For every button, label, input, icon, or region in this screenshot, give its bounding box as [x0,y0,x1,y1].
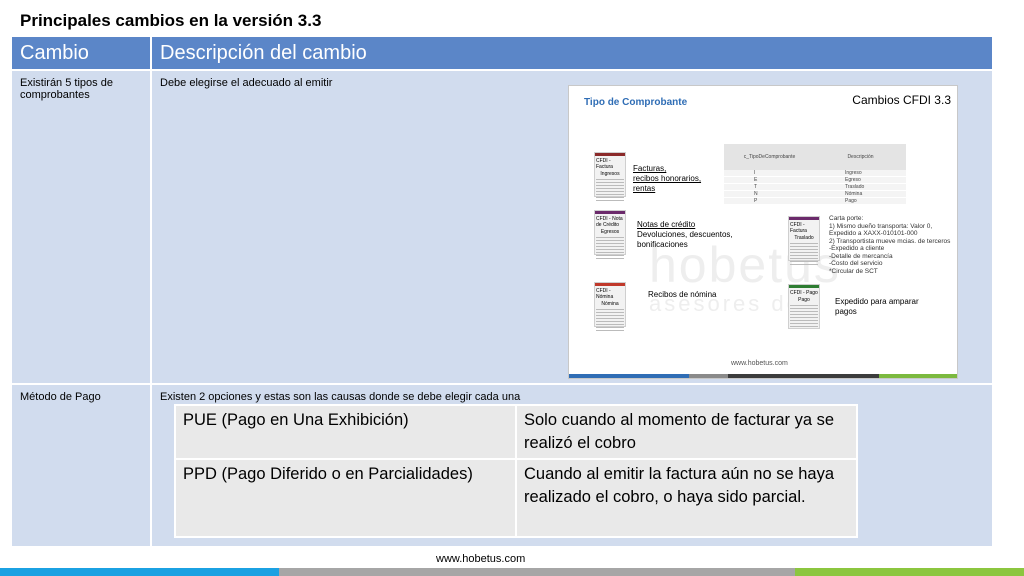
table-row: PUE (Pago en Una Exhibición) Solo cuando… [174,404,858,460]
embedded-site-url: www.hobetus.com [731,360,788,367]
catalog-header: c_TipoDeComprobante [743,154,796,160]
cell-cambio: Método de Pago [12,383,152,546]
document-icon: CFDI - Nota de Crédito Egresos [594,210,626,259]
cell-cambio: Existirán 5 tipos de comprobantes [12,69,152,384]
document-icon: CFDI - Pago Pago [788,284,820,329]
document-icon: CFDI - Factura Ingresos [594,152,626,201]
metodo-pago-table: PUE (Pago en Una Exhibición) Solo cuando… [174,404,858,538]
header-descripcion: Descripción del cambio [151,37,994,70]
document-icon: CFDI - Nómina Nómina [594,282,626,331]
catalog-row: N Nómina [724,191,906,198]
embedded-title: Cambios CFDI 3.3 [852,93,951,107]
embedded-color-bars [569,374,957,378]
note-nomina: Recibos de nómina [648,290,717,299]
footer-url: www.hobetus.com [436,553,526,565]
footer-color-bars [0,568,1024,576]
header-cambio: Cambio [12,37,152,70]
document-icon: CFDI - Factura Traslado [788,216,820,265]
note-pago: Expedido para amparar pagos [835,297,919,316]
table-row: PPD (Pago Diferido o en Parcialidades) C… [174,458,858,538]
comprobante-types-image: hobetus asesores de Tipo de Comprobante … [568,85,958,379]
catalog-row: P Pago [724,198,906,205]
pago-descripcion: Cuando al emitir la factura aún no se ha… [515,458,858,538]
pago-opcion: PUE (Pago en Una Exhibición) [174,404,517,460]
catalog-row: E Egreso [724,177,906,184]
catalog-table: c_TipoDeComprobante Descripción I Ingreso… [724,144,906,205]
catalog-row: I Ingreso [724,170,906,177]
note-ingresos: Facturas, recibos honorarios, rentas [633,164,702,193]
catalog-row: T Traslado [724,184,906,191]
note-egresos: Notas de crédito Devoluciones, descuento… [637,220,733,249]
pago-descripcion: Solo cuando al momento de facturar ya se… [515,404,858,460]
catalog-header: Descripción [847,154,874,160]
pago-opcion: PPD (Pago Diferido o en Parcialidades) [174,458,517,538]
note-traslado: Carta porte: 1) Mismo dueño transporta: … [829,215,951,275]
table-header-row: Cambio Descripción del cambio [12,37,994,70]
slide-title: Principales cambios en la versión 3.3 [20,11,322,30]
embedded-heading: Tipo de Comprobante [584,97,688,108]
